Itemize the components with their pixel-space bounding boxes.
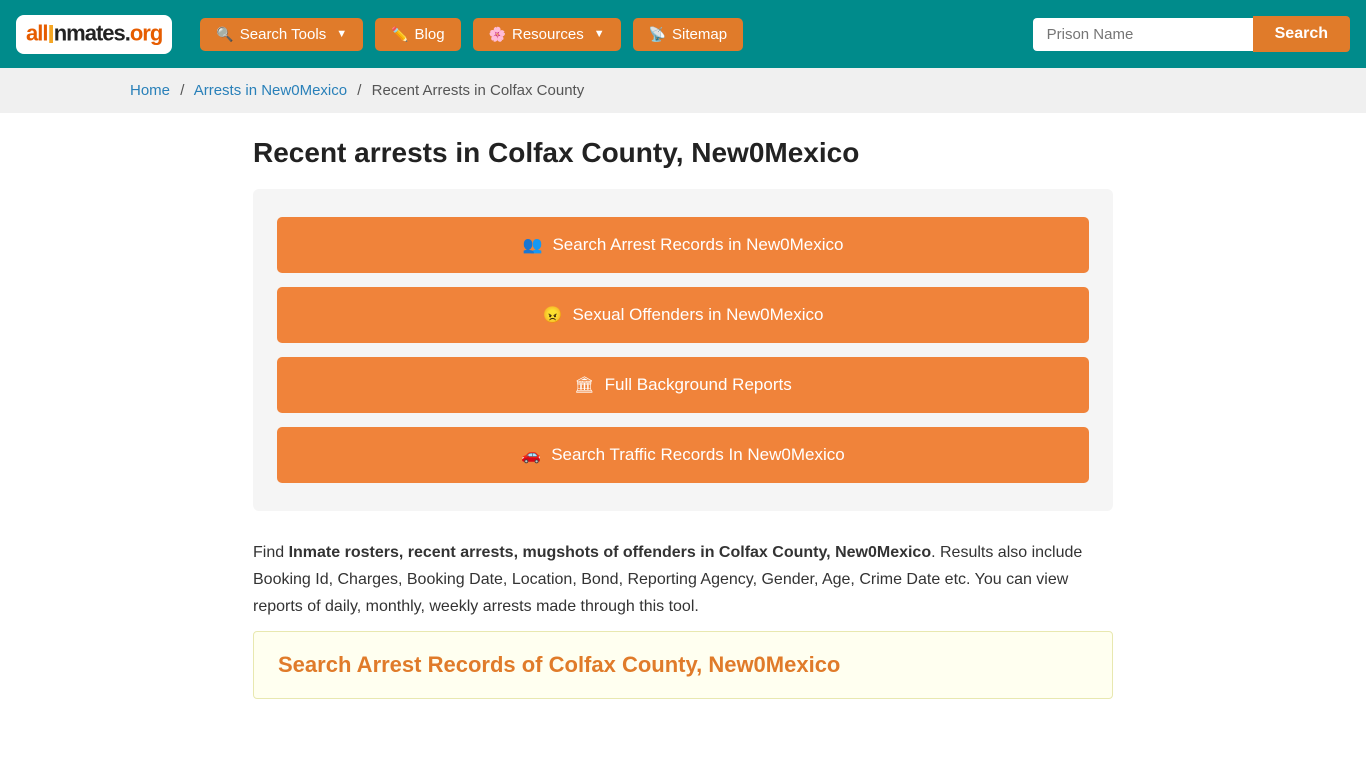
search-arrest-records-button[interactable]: Search Arrest Records in New0Mexico bbox=[277, 217, 1089, 273]
sitemap-icon bbox=[649, 26, 666, 43]
background-reports-label: Full Background Reports bbox=[605, 375, 792, 395]
resources-icon bbox=[489, 26, 506, 43]
search-icon bbox=[216, 26, 233, 43]
breadcrumb-current: Recent Arrests in Colfax County bbox=[372, 82, 585, 99]
blog-label: Blog bbox=[415, 26, 445, 43]
traffic-records-label: Search Traffic Records In New0Mexico bbox=[551, 445, 845, 465]
bottom-section: Search Arrest Records of Colfax County, … bbox=[253, 631, 1113, 699]
description-bold: Inmate rosters, recent arrests, mugshots… bbox=[289, 544, 932, 561]
navbar: allInmates.org Search Tools ▼ Blog Resou… bbox=[0, 0, 1366, 68]
sitemap-button[interactable]: Sitemap bbox=[633, 18, 743, 51]
sexual-offenders-button[interactable]: Sexual Offenders in New0Mexico bbox=[277, 287, 1089, 343]
search-arrest-records-label: Search Arrest Records in New0Mexico bbox=[552, 235, 843, 255]
bottom-section-title: Search Arrest Records of Colfax County, … bbox=[278, 652, 1088, 678]
search-tools-label: Search Tools bbox=[240, 26, 326, 43]
chevron-down-icon: ▼ bbox=[336, 28, 347, 40]
breadcrumb-arrests[interactable]: Arrests in New0Mexico bbox=[194, 82, 347, 99]
prison-name-input[interactable] bbox=[1033, 18, 1253, 51]
description-prefix: Find bbox=[253, 544, 289, 561]
blog-button[interactable]: Blog bbox=[375, 18, 460, 51]
breadcrumb: Home / Arrests in New0Mexico / Recent Ar… bbox=[0, 68, 1366, 113]
offender-icon bbox=[543, 305, 563, 325]
breadcrumb-home[interactable]: Home bbox=[130, 82, 170, 99]
sexual-offenders-label: Sexual Offenders in New0Mexico bbox=[572, 305, 823, 325]
blog-icon bbox=[391, 26, 408, 43]
action-card: Search Arrest Records in New0Mexico Sexu… bbox=[253, 189, 1113, 511]
building-icon bbox=[574, 375, 594, 395]
resources-label: Resources bbox=[512, 26, 584, 43]
search-tools-button[interactable]: Search Tools ▼ bbox=[200, 18, 363, 51]
prison-search-button[interactable]: Search bbox=[1253, 16, 1350, 52]
traffic-records-button[interactable]: Search Traffic Records In New0Mexico bbox=[277, 427, 1089, 483]
main-content: Recent arrests in Colfax County, New0Mex… bbox=[233, 113, 1133, 723]
sitemap-label: Sitemap bbox=[672, 26, 727, 43]
prison-search-label: Search bbox=[1275, 25, 1328, 42]
prison-search-container: Search bbox=[1033, 16, 1350, 52]
chevron-down-icon-resources: ▼ bbox=[594, 28, 605, 40]
logo[interactable]: allInmates.org bbox=[16, 15, 172, 54]
car-icon bbox=[521, 445, 541, 465]
breadcrumb-sep-1: / bbox=[180, 82, 184, 99]
logo-box: allInmates.org bbox=[16, 15, 172, 54]
resources-button[interactable]: Resources ▼ bbox=[473, 18, 621, 51]
description-text: Find Inmate rosters, recent arrests, mug… bbox=[253, 539, 1113, 621]
page-title: Recent arrests in Colfax County, New0Mex… bbox=[253, 137, 1113, 169]
people-icon bbox=[523, 235, 543, 255]
background-reports-button[interactable]: Full Background Reports bbox=[277, 357, 1089, 413]
breadcrumb-sep-2: / bbox=[357, 82, 361, 99]
